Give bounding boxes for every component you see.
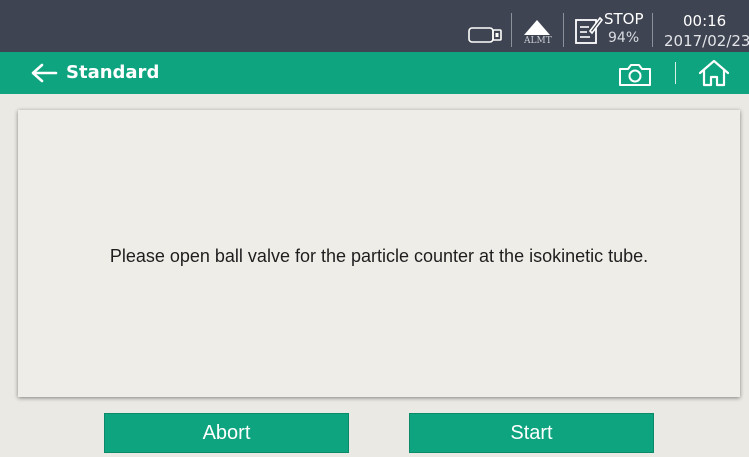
status-divider: [511, 13, 512, 47]
log-edit-icon[interactable]: [573, 14, 603, 46]
message-panel: Please open ball valve for the particle …: [18, 110, 740, 397]
camera-icon[interactable]: [617, 60, 653, 88]
page-title: Standard: [66, 62, 160, 83]
start-button[interactable]: Start: [409, 413, 654, 453]
clock-time: 00:16: [683, 12, 727, 30]
back-arrow-icon[interactable]: [30, 62, 58, 84]
status-divider: [563, 13, 564, 47]
instruction-message: Please open ball valve for the particle …: [109, 246, 649, 266]
title-divider: [675, 62, 676, 84]
title-bar: Standard: [0, 52, 749, 94]
clock-date: 2017/02/23: [664, 32, 749, 50]
alarm-label: ALMT: [524, 36, 552, 46]
home-icon[interactable]: [697, 58, 731, 88]
usb-drive-icon: [468, 27, 502, 43]
abort-button[interactable]: Abort: [104, 413, 349, 453]
run-state-text: STOP: [604, 10, 644, 28]
status-divider: [652, 13, 653, 47]
battery-percent: 94%: [608, 30, 640, 46]
status-bar: ALMT STOP 94% 00:16 2017/02/23: [0, 0, 749, 52]
